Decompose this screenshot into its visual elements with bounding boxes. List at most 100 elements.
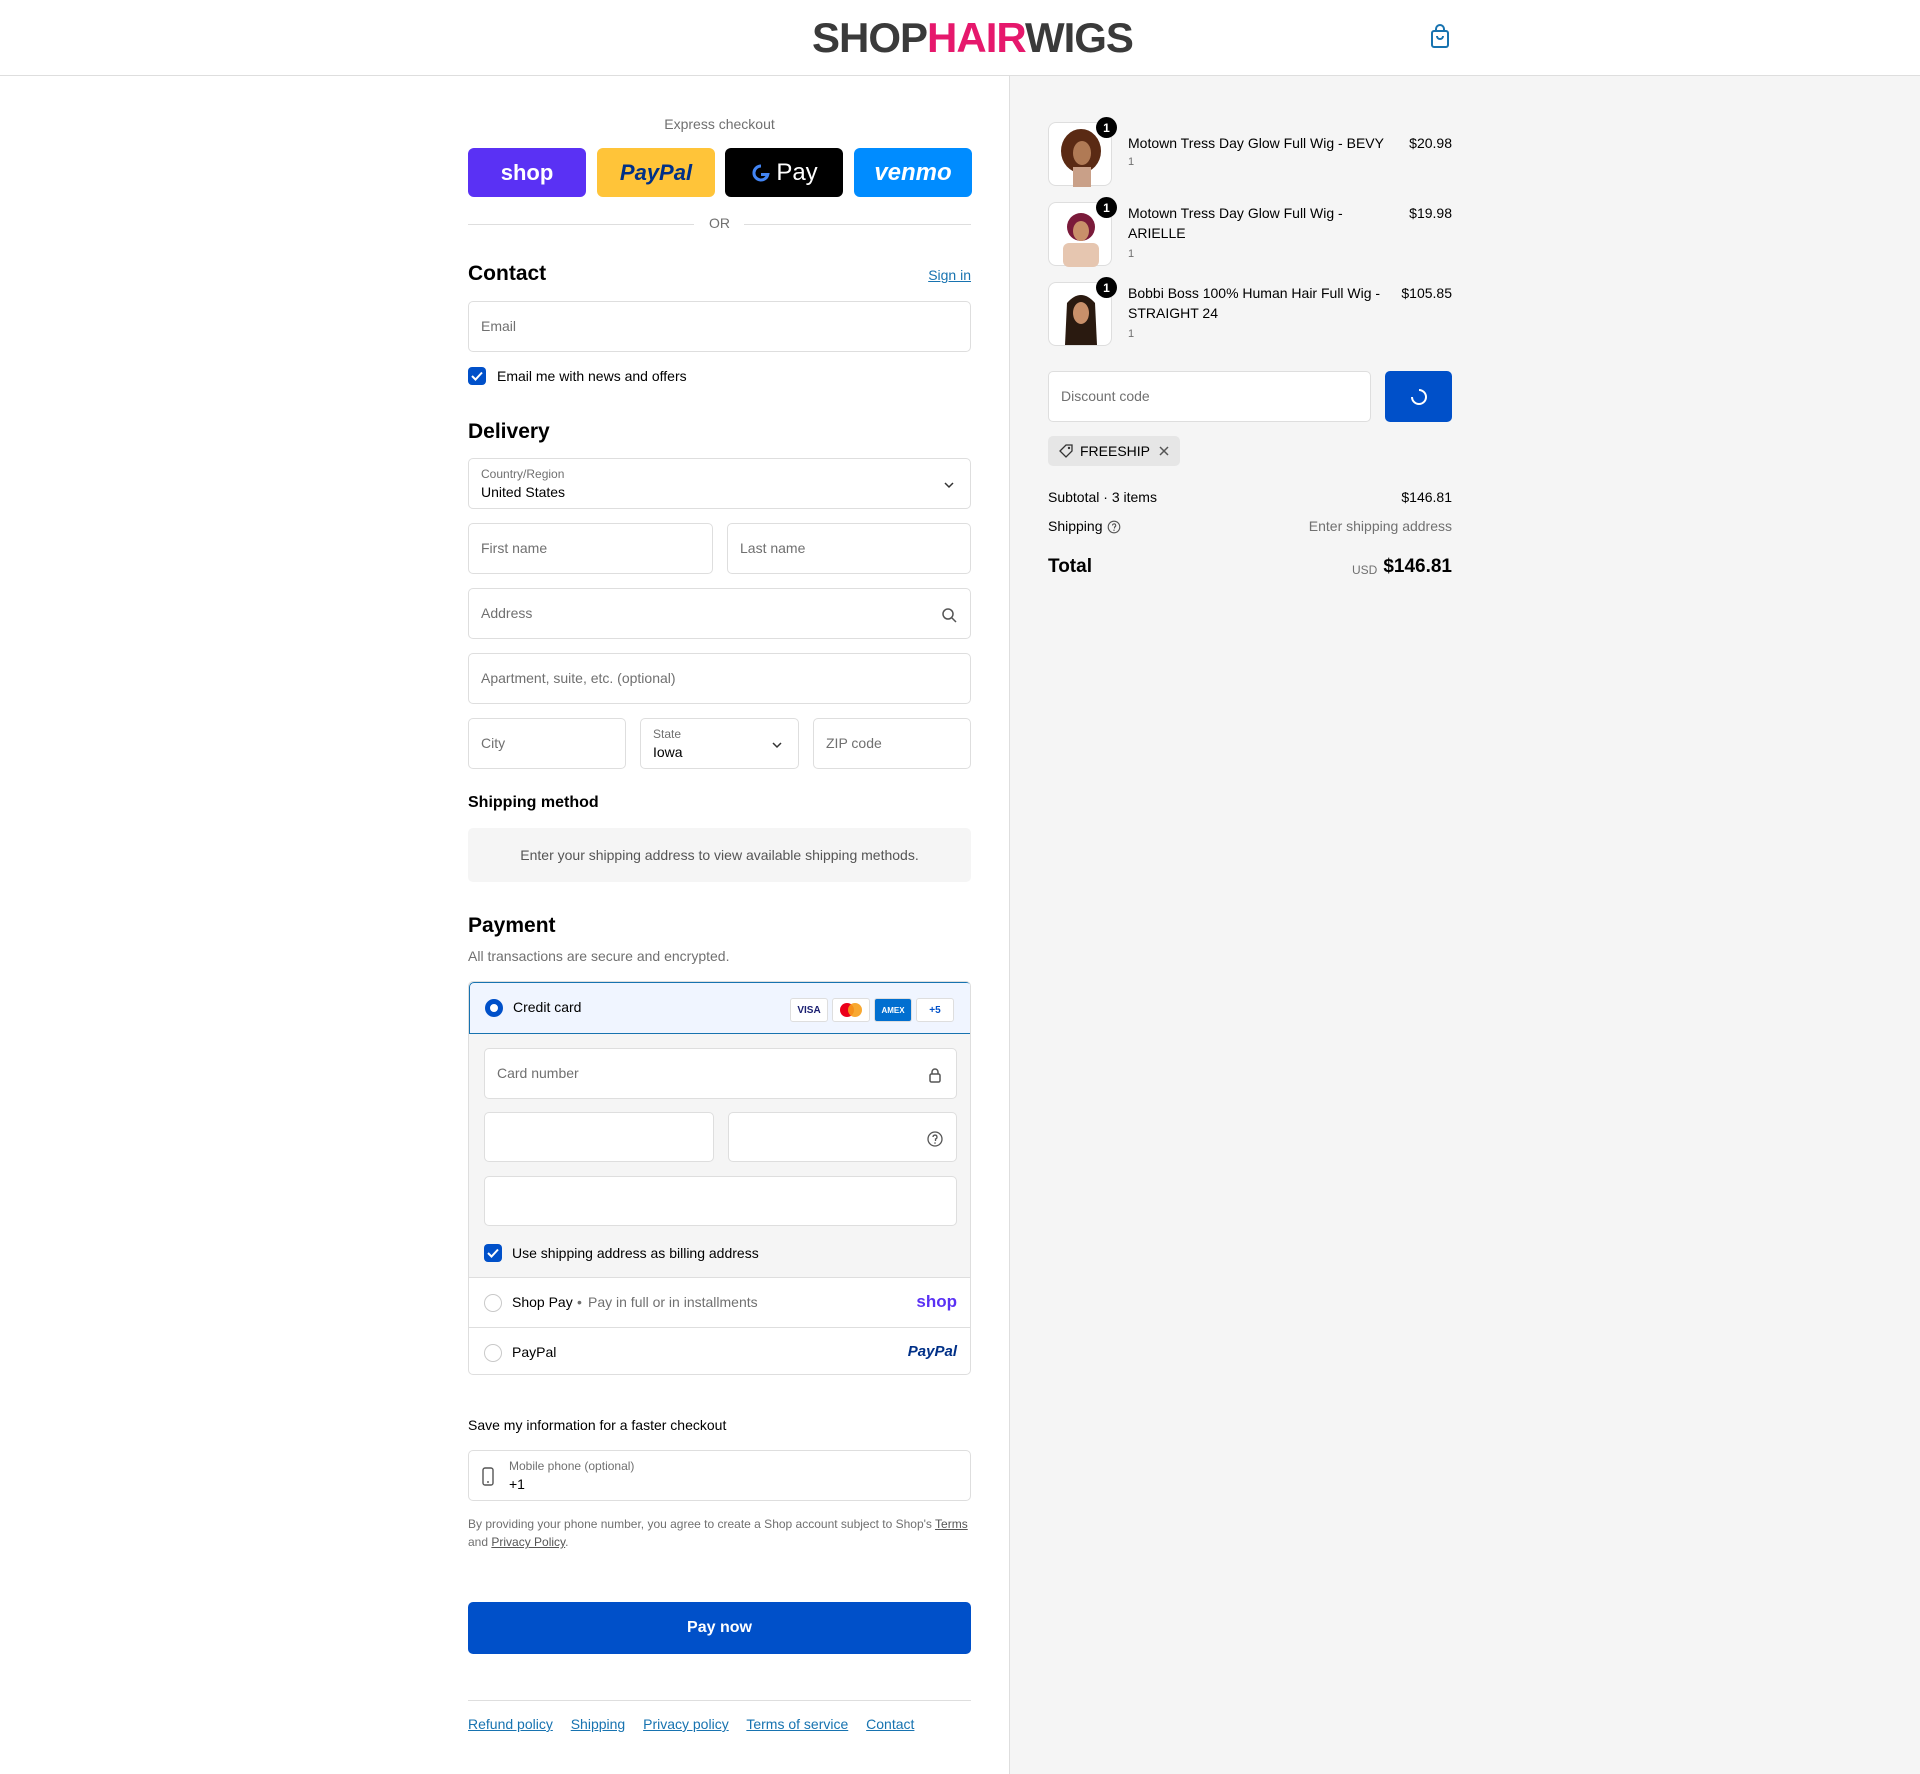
discount-code-field[interactable]: Discount code bbox=[1048, 371, 1371, 422]
email-field[interactable]: Email bbox=[468, 301, 971, 352]
first-name-field[interactable]: First name bbox=[468, 523, 713, 574]
help-circle-icon[interactable] bbox=[926, 1130, 944, 1148]
refund-policy-link[interactable]: Refund policy bbox=[468, 1716, 553, 1732]
google-pay-express-button[interactable]: Pay bbox=[725, 148, 843, 197]
paypal-radio[interactable] bbox=[484, 1344, 502, 1362]
terms-link[interactable]: Terms bbox=[935, 1517, 968, 1531]
credit-card-label: Credit card bbox=[513, 999, 582, 1015]
product-thumbnail: 1 bbox=[1048, 117, 1117, 187]
or-divider-text: OR bbox=[709, 215, 730, 231]
shop-pay-option[interactable]: Shop Pay • Pay in full or in installment… bbox=[469, 1278, 970, 1328]
more-cards-badge: +5 bbox=[916, 998, 954, 1022]
item-name: Motown Tress Day Glow Full Wig - BEVY bbox=[1128, 135, 1384, 151]
name-on-card-field[interactable] bbox=[484, 1176, 957, 1226]
chevron-down-icon bbox=[772, 742, 782, 749]
quantity-badge: 1 bbox=[1096, 197, 1117, 218]
shop-logo[interactable]: SHOPHAIRWIGS bbox=[812, 14, 1134, 62]
shipping-link[interactable]: Shipping bbox=[571, 1716, 626, 1732]
payment-methods: Credit card VISA AMEX +5 Card number Use… bbox=[468, 981, 971, 1375]
privacy-policy-footer-link[interactable]: Privacy policy bbox=[643, 1716, 729, 1732]
mobile-phone-field[interactable]: Mobile phone (optional) +1 bbox=[468, 1450, 971, 1501]
billing-address-checkbox[interactable] bbox=[484, 1244, 502, 1262]
help-circle-icon[interactable] bbox=[1107, 520, 1121, 534]
item-variant: 1 bbox=[1128, 248, 1135, 260]
product-thumbnail: 1 bbox=[1048, 197, 1117, 267]
visa-icon: VISA bbox=[790, 998, 828, 1022]
total-label: Total bbox=[1048, 556, 1092, 577]
city-field[interactable]: City bbox=[468, 718, 626, 769]
item-variant: 1 bbox=[1128, 328, 1135, 340]
payment-heading: Payment bbox=[468, 914, 556, 937]
tag-icon bbox=[1059, 444, 1073, 458]
google-g-icon bbox=[752, 163, 770, 181]
shipping-label: Shipping bbox=[1048, 518, 1103, 534]
pay-now-button[interactable]: Pay now bbox=[468, 1602, 971, 1654]
contact-heading: Contact bbox=[468, 262, 547, 285]
footer-links: Refund policy Shipping Privacy policy Te… bbox=[468, 1716, 928, 1732]
express-checkout-label: Express checkout bbox=[664, 116, 775, 132]
news-checkbox-label: Email me with news and offers bbox=[497, 368, 687, 384]
item-name: Bobbi Boss 100% Human Hair Full Wig - ST… bbox=[1128, 285, 1381, 321]
footer-divider bbox=[468, 1700, 971, 1701]
item-price: $20.98 bbox=[1409, 135, 1452, 151]
save-info-heading: Save my information for a faster checkou… bbox=[468, 1417, 727, 1433]
credit-card-radio[interactable] bbox=[485, 999, 503, 1017]
billing-address-label: Use shipping address as billing address bbox=[512, 1245, 759, 1261]
discount-code-label: FREESHIP bbox=[1080, 443, 1151, 459]
item-price: $105.85 bbox=[1401, 285, 1452, 301]
quantity-badge: 1 bbox=[1096, 277, 1117, 298]
shop-pay-express-button[interactable]: shop bbox=[468, 148, 586, 197]
state-select[interactable]: State Iowa bbox=[640, 718, 799, 769]
paypal-option[interactable]: PayPal PayPal bbox=[469, 1328, 970, 1374]
total-value: $146.81 bbox=[1383, 556, 1452, 577]
shop-pay-label: Shop Pay bbox=[512, 1294, 573, 1310]
subtotal-value: $146.81 bbox=[1401, 489, 1452, 505]
shopping-bag-icon[interactable] bbox=[1428, 24, 1452, 50]
credit-card-form: Card number Use shipping address as bill… bbox=[469, 1034, 970, 1278]
payment-subtitle: All transactions are secure and encrypte… bbox=[468, 948, 730, 964]
expiration-date-field[interactable] bbox=[484, 1112, 714, 1162]
item-name: Motown Tress Day Glow Full Wig - ARIELLE bbox=[1128, 205, 1343, 241]
item-variant: 1 bbox=[1128, 156, 1135, 168]
address-field[interactable]: Address bbox=[468, 588, 971, 639]
zip-field[interactable]: ZIP code bbox=[813, 718, 971, 769]
loading-spinner-icon bbox=[1410, 388, 1427, 405]
phone-icon bbox=[482, 1467, 494, 1486]
terms-of-service-link[interactable]: Terms of service bbox=[746, 1716, 848, 1732]
shipping-value: Enter shipping address bbox=[1308, 518, 1452, 534]
shipping-method-info: Enter your shipping address to view avai… bbox=[468, 828, 971, 882]
contact-link[interactable]: Contact bbox=[866, 1716, 914, 1732]
subtotal-label: Subtotal · 3 items bbox=[1048, 489, 1157, 505]
lock-icon bbox=[929, 1068, 941, 1083]
search-icon bbox=[942, 608, 957, 623]
privacy-policy-link[interactable]: Privacy Policy bbox=[491, 1535, 565, 1549]
item-price: $19.98 bbox=[1409, 205, 1452, 221]
paypal-label: PayPal bbox=[512, 1344, 557, 1360]
phone-disclaimer: By providing your phone number, you agre… bbox=[468, 1517, 968, 1549]
close-icon[interactable] bbox=[1158, 445, 1170, 457]
product-thumbnail: 1 bbox=[1048, 277, 1117, 346]
shop-pay-radio[interactable] bbox=[484, 1294, 502, 1312]
venmo-express-button[interactable]: venmo bbox=[854, 148, 972, 197]
apartment-field[interactable]: Apartment, suite, etc. (optional) bbox=[468, 653, 971, 704]
last-name-field[interactable]: Last name bbox=[727, 523, 971, 574]
shop-pay-logo: shop bbox=[916, 1292, 957, 1311]
applied-discount-tag: FREESHIP bbox=[1048, 436, 1180, 466]
paypal-express-button[interactable]: PayPal bbox=[597, 148, 715, 197]
sign-in-link[interactable]: Sign in bbox=[928, 267, 971, 283]
shop-pay-sub: Pay in full or in installments bbox=[588, 1294, 758, 1310]
order-summary-panel bbox=[1009, 76, 1920, 1774]
card-number-field[interactable]: Card number bbox=[484, 1048, 957, 1099]
paypal-logo: PayPal bbox=[907, 1343, 957, 1360]
quantity-badge: 1 bbox=[1096, 117, 1117, 138]
apply-discount-button[interactable] bbox=[1385, 371, 1452, 422]
chevron-down-icon bbox=[944, 482, 954, 489]
country-select[interactable]: Country/Region United States bbox=[468, 458, 971, 509]
delivery-heading: Delivery bbox=[468, 420, 550, 443]
security-code-field[interactable] bbox=[728, 1112, 957, 1162]
news-checkbox[interactable] bbox=[468, 367, 486, 385]
credit-card-option[interactable]: Credit card VISA AMEX +5 bbox=[469, 982, 970, 1034]
bullet-separator: • bbox=[577, 1294, 582, 1310]
amex-icon: AMEX bbox=[874, 998, 912, 1022]
shipping-method-heading: Shipping method bbox=[468, 794, 599, 811]
